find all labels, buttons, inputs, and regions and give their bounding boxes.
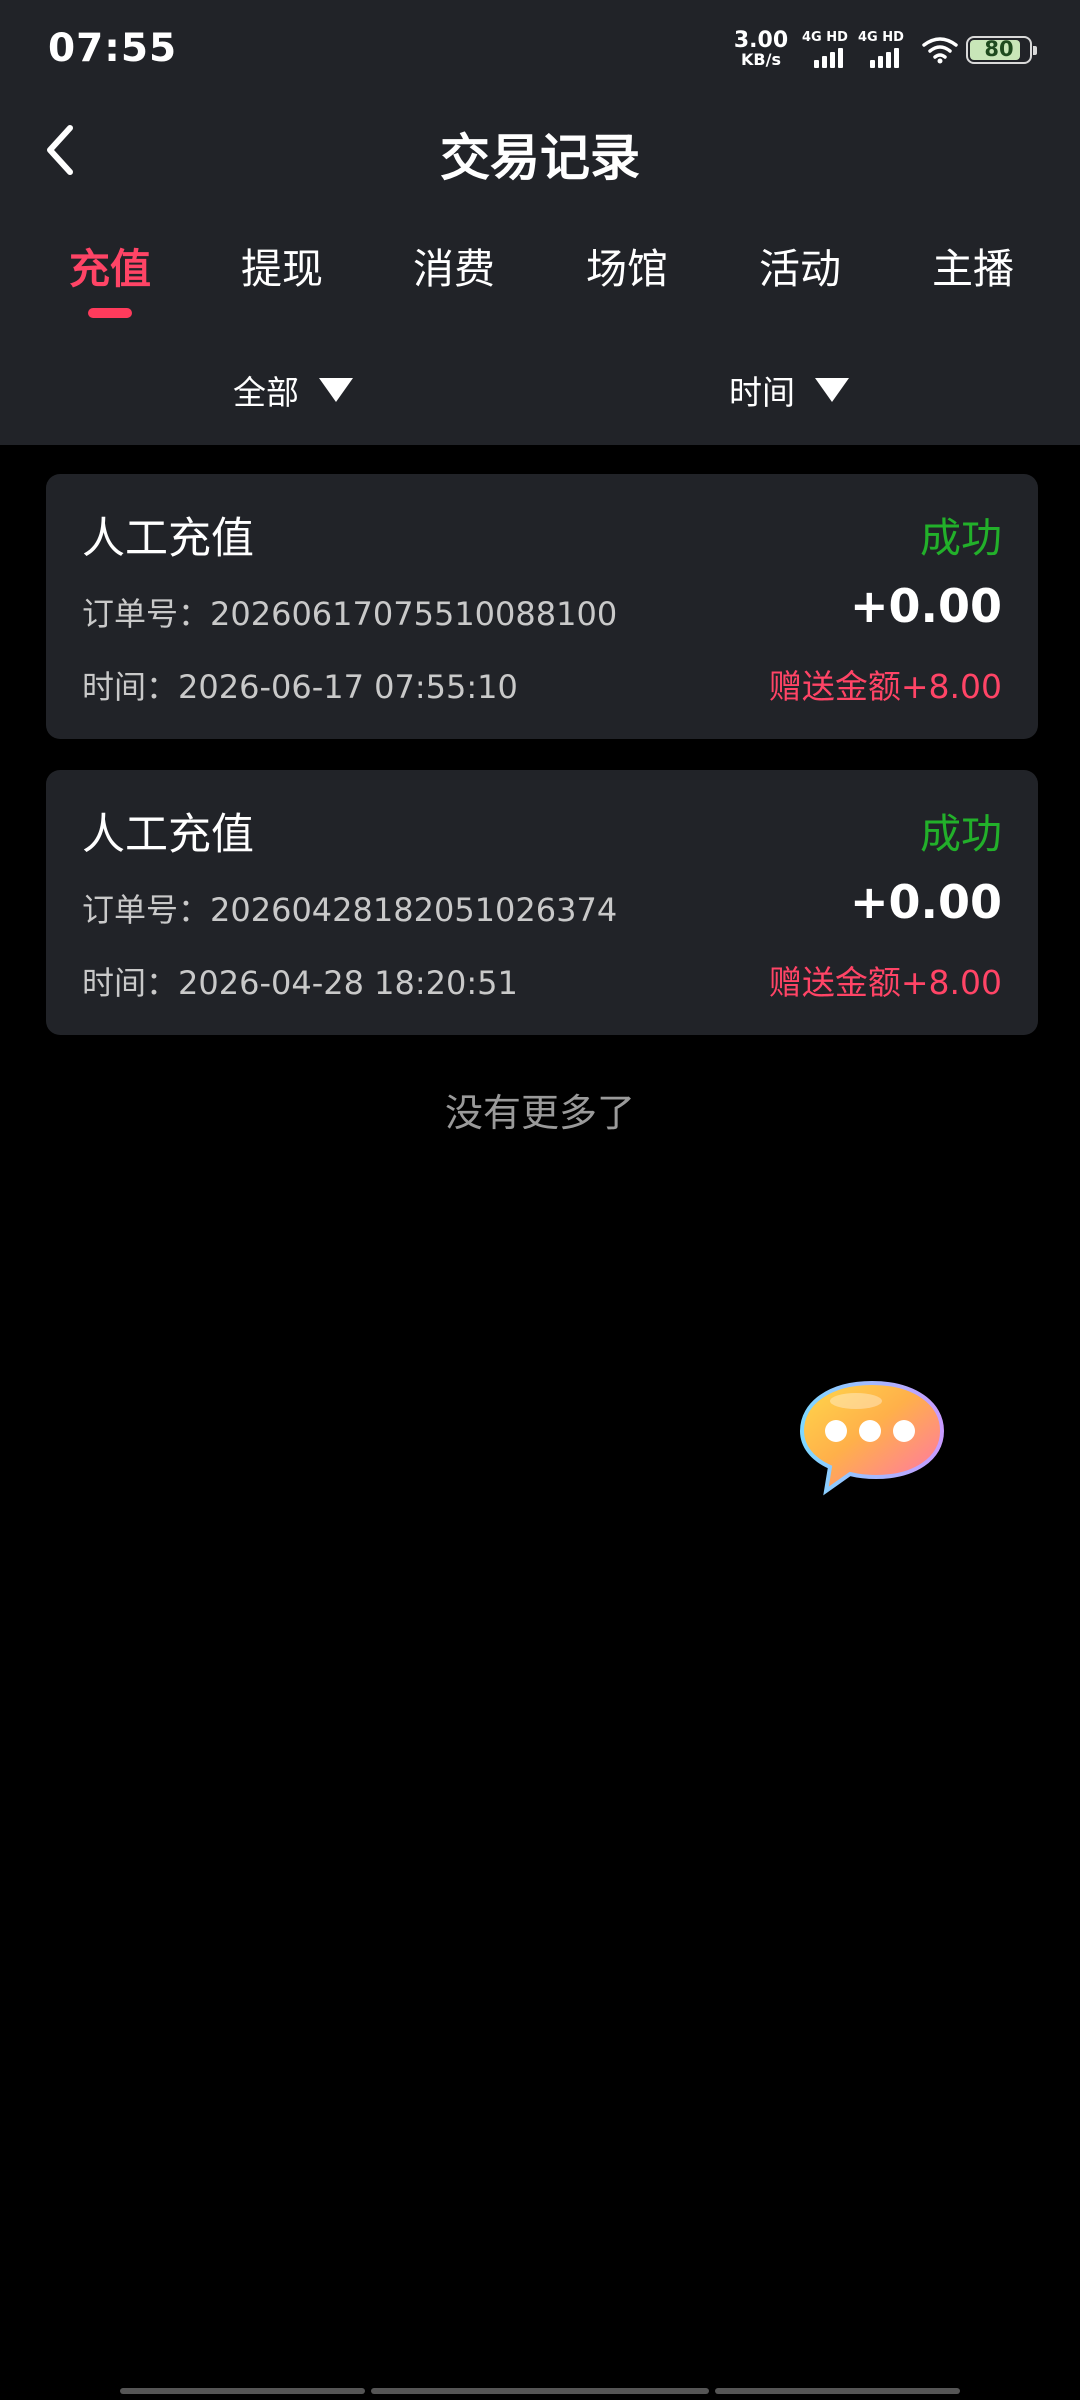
tab-venue[interactable]: 场馆: [547, 235, 707, 295]
time-filter-dropdown[interactable]: 时间: [729, 366, 849, 414]
type-filter-dropdown[interactable]: 全部: [233, 366, 353, 414]
time-filter-label: 时间: [729, 373, 795, 412]
transaction-type: 人工充值: [82, 514, 254, 564]
sim1-label: 4G HD: [802, 30, 848, 45]
chat-button[interactable]: [796, 1375, 948, 1503]
status-icons: 3.00 KB/s 4G HD 4G HD 80: [732, 28, 1037, 72]
order-number: 订单号：20260428182051026374: [82, 891, 618, 929]
nav-bar: 交易记录: [0, 100, 1080, 200]
tab-active-indicator: [88, 308, 132, 318]
transaction-card[interactable]: 人工充值 成功 订单号：20260617075510088100 +0.00 时…: [46, 474, 1038, 739]
wifi-icon: [922, 37, 958, 64]
bonus-amount: 赠送金额+8.00: [768, 963, 1002, 1002]
transaction-time: 时间：2026-04-28 18:20:51: [82, 964, 518, 1002]
tab-recharge[interactable]: 充值: [30, 235, 190, 295]
transaction-status: 成功: [920, 514, 1002, 562]
battery-icon: 80: [966, 36, 1037, 64]
tab-activity[interactable]: 活动: [720, 235, 880, 295]
no-more-text: 没有更多了: [444, 1091, 635, 1135]
transaction-card[interactable]: 人工充值 成功 订单号：20260428182051026374 +0.00 时…: [46, 770, 1038, 1035]
battery-level: 80: [984, 37, 1014, 61]
gesture-bar-segment: [715, 2388, 960, 2394]
triangle-down-icon: [815, 378, 849, 402]
page-title: 交易记录: [440, 129, 640, 187]
network-speed: 3.00 KB/s: [732, 28, 790, 70]
transaction-amount: +0.00: [849, 875, 1002, 929]
tab-bar: 充值 提现 消费 场馆 活动 主播: [0, 225, 1080, 325]
transaction-time: 时间：2026-06-17 07:55:10: [82, 668, 518, 706]
status-bar: 07:55 3.00 KB/s 4G HD 4G HD 80: [0, 0, 1080, 100]
tab-anchor[interactable]: 主播: [893, 235, 1053, 295]
gesture-bar-segment: [120, 2388, 365, 2394]
triangle-down-icon: [319, 378, 353, 402]
sim2-label: 4G HD: [858, 30, 904, 45]
filter-bar: 全部 时间: [0, 360, 1080, 420]
bonus-amount: 赠送金额+8.00: [768, 667, 1002, 706]
transaction-status: 成功: [920, 810, 1002, 858]
tab-withdraw[interactable]: 提现: [202, 235, 362, 295]
order-number: 订单号：20260617075510088100: [82, 595, 618, 633]
transaction-type: 人工充值: [82, 810, 254, 860]
signal-icon: 4G HD: [858, 30, 908, 70]
gesture-bar-segment: [371, 2388, 709, 2394]
header-panel: 07:55 3.00 KB/s 4G HD 4G HD 80 交易记录 充值 提…: [0, 0, 1080, 445]
network-speed-value: 3.00: [733, 28, 789, 53]
status-time: 07:55: [48, 26, 178, 71]
chat-bubble-icon: [799, 1380, 945, 1496]
transaction-amount: +0.00: [849, 579, 1002, 633]
tab-consumption[interactable]: 消费: [374, 235, 534, 295]
type-filter-label: 全部: [233, 373, 299, 412]
signal-icon: 4G HD: [802, 30, 852, 70]
